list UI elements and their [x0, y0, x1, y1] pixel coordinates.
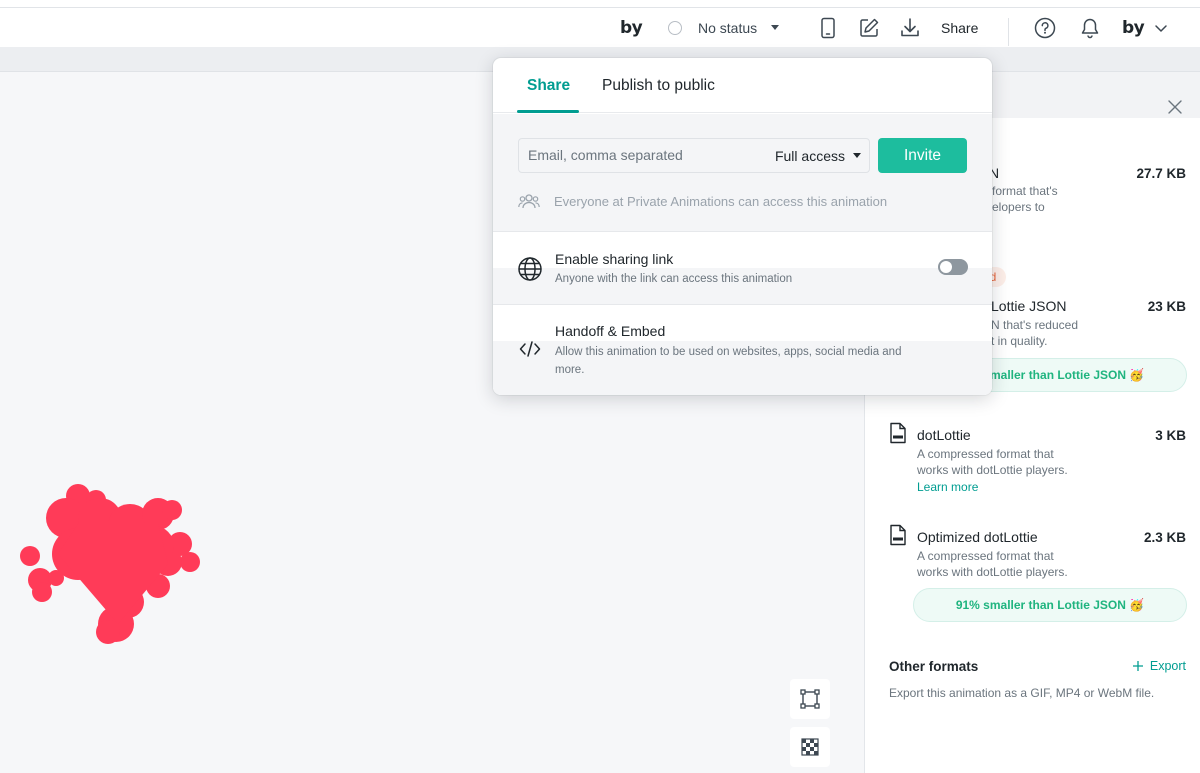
- close-icon: [1168, 100, 1182, 114]
- email-field-group: Full access: [518, 138, 870, 173]
- status-dropdown[interactable]: No status: [668, 8, 780, 47]
- format-title: Lottie JSON: [991, 298, 1067, 314]
- export-other-button[interactable]: Export: [1132, 659, 1186, 673]
- export-other-label: Export: [1149, 659, 1186, 673]
- format-desc-line1: format that's: [992, 184, 1058, 198]
- frame-bounds-icon: [800, 689, 820, 709]
- toggle-knob: [940, 261, 952, 273]
- caret-down-icon: [853, 153, 861, 158]
- size-savings-text: maller than Lottie JSON 🥳: [990, 368, 1145, 382]
- status-label: No status: [698, 19, 758, 36]
- format-desc-line1: A compressed format that: [917, 447, 1054, 461]
- heart-animation: [20, 484, 200, 644]
- share-popover: Share Publish to public Full access Invi…: [493, 58, 992, 395]
- format-size: 23 KB: [1147, 299, 1186, 314]
- format-desc-line2: works with dotLottie players.: [917, 565, 1068, 579]
- handoff-subtitle-line1: Allow this animation to be used on websi…: [555, 346, 902, 358]
- tab-share[interactable]: Share: [527, 77, 570, 95]
- status-circle-icon: [668, 20, 682, 35]
- other-formats-title: Other formats: [889, 659, 979, 674]
- tab-publish-to-public[interactable]: Publish to public: [602, 77, 715, 95]
- format-size: 27.7 KB: [1136, 166, 1186, 181]
- workspace-access-note: Everyone at Private Animations can acces…: [518, 193, 887, 209]
- globe-icon: [518, 257, 542, 281]
- format-desc-line2: elopers to: [992, 200, 1045, 214]
- share-label: Share: [941, 19, 979, 36]
- download-button[interactable]: [899, 8, 921, 47]
- workspace-logo-text: by: [620, 17, 643, 38]
- sharing-link-toggle[interactable]: [938, 259, 968, 275]
- format-desc-line2: works with dotLottie players.: [917, 463, 1068, 477]
- size-savings-text: 91% smaller than Lottie JSON 🥳: [955, 598, 1145, 612]
- email-input[interactable]: [528, 147, 758, 163]
- tab-active-indicator: [517, 110, 579, 113]
- code-embed-icon: [519, 341, 541, 357]
- handoff-subtitle-line2: more.: [555, 364, 585, 376]
- top-header: by No status Share by: [0, 8, 1200, 47]
- header-divider: [1008, 18, 1009, 46]
- access-level-select[interactable]: Full access: [775, 139, 861, 172]
- edit-icon: [860, 18, 879, 37]
- format-size: 2.3 KB: [1143, 530, 1186, 545]
- format-title: Optimized dotLottie: [917, 529, 1038, 545]
- handoff-title: Handoff & Embed: [555, 323, 666, 339]
- workspace-logo[interactable]: by: [620, 8, 643, 47]
- sharing-link-title: Enable sharing link: [555, 251, 674, 267]
- user-logo: by: [1122, 17, 1145, 38]
- plus-icon: [1132, 661, 1143, 671]
- format-desc-line2: t in quality.: [991, 334, 1048, 348]
- edit-button[interactable]: [858, 8, 880, 47]
- close-button[interactable]: [1167, 99, 1183, 115]
- dotlottie-file-icon: [890, 422, 906, 444]
- other-formats-desc: Export this animation as a GIF, MP4 or W…: [889, 686, 1155, 700]
- share-button[interactable]: Share: [941, 8, 978, 47]
- format-title: dotLottie: [917, 427, 971, 443]
- fit-frame-button[interactable]: [790, 679, 830, 719]
- sharing-link-subtitle: Anyone with the link can access this ani…: [555, 273, 793, 285]
- user-menu[interactable]: by: [1122, 8, 1168, 47]
- format-desc-line1: A compressed format that: [917, 549, 1054, 563]
- top-strip: [0, 0, 1200, 8]
- format-desc-line1: N that's reduced: [991, 318, 1079, 332]
- invite-button[interactable]: Invite: [878, 138, 967, 173]
- workspace-access-text: Everyone at Private Animations can acces…: [554, 193, 888, 209]
- format-size: 3 KB: [1155, 428, 1186, 443]
- bell-icon: [1081, 18, 1099, 38]
- mobile-preview-icon: [821, 17, 835, 38]
- size-savings-pill: maller than Lottie JSON 🥳: [965, 358, 1187, 392]
- size-savings-pill: 91% smaller than Lottie JSON 🥳: [913, 588, 1187, 622]
- checkerboard-icon: [801, 738, 819, 756]
- chevron-down-icon: [1155, 24, 1168, 32]
- sharing-link-row: [493, 231, 992, 305]
- notifications-button[interactable]: [1080, 8, 1100, 47]
- caret-down-icon: [771, 25, 780, 30]
- access-level-value: Full access: [774, 147, 845, 164]
- learn-more-link[interactable]: Learn more: [917, 480, 978, 494]
- mobile-preview-button[interactable]: [819, 8, 837, 47]
- team-icon: [518, 194, 540, 209]
- share-tabs: Share Publish to public: [493, 58, 992, 113]
- help-button[interactable]: [1034, 8, 1056, 47]
- optimized-dotlottie-file-icon: [890, 524, 906, 546]
- help-icon: [1034, 17, 1056, 38]
- transparency-grid-button[interactable]: [790, 727, 830, 767]
- download-icon: [901, 17, 919, 36]
